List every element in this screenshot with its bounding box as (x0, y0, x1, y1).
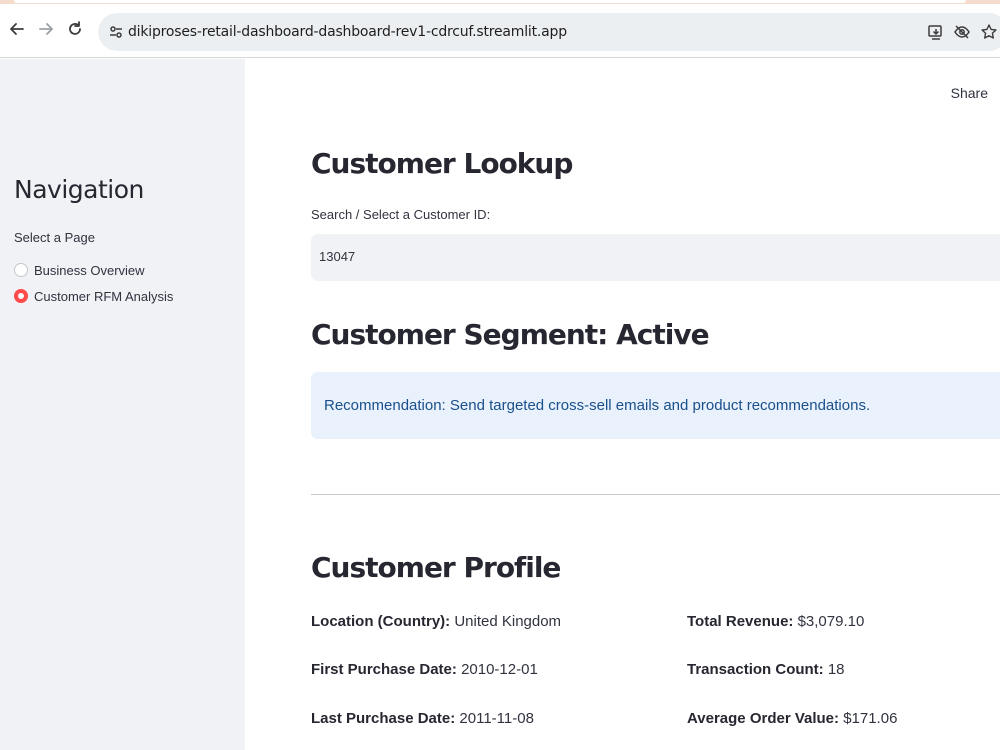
page-radio-label: Select a Page (14, 230, 95, 245)
customer-id-value[interactable]: 13047 (319, 249, 355, 264)
profile-field-value: $171.06 (843, 710, 898, 727)
profile-location: Location (Country): United Kingdom (311, 613, 561, 630)
lookup-title: Customer Lookup (311, 147, 573, 180)
profile-field-label: Average Order Value: (687, 710, 840, 727)
radio-option-business-overview[interactable]: Business Overview (14, 261, 145, 279)
section-divider (311, 494, 1000, 495)
profile-total-revenue: Total Revenue: $3,079.10 (687, 613, 864, 630)
segment-title: Customer Segment: Active (311, 318, 710, 351)
customer-select-label: Search / Select a Customer ID: (311, 207, 491, 222)
profile-field-label: First Purchase Date: (311, 661, 457, 678)
profile-field-value: 2010-12-01 (461, 661, 538, 678)
install-app-icon[interactable] (927, 23, 945, 41)
address-bar[interactable]: dikiproses-retail-dashboard-dashboard-re… (98, 13, 1000, 51)
browser-toolbar: dikiproses-retail-dashboard-dashboard-re… (0, 4, 1000, 58)
profile-field-value: 2011-11-08 (459, 710, 534, 727)
profile-transaction-count: Transaction Count: 18 (687, 661, 845, 678)
profile-field-value: United Kingdom (454, 613, 562, 630)
radio-unchecked-icon[interactable] (14, 263, 28, 277)
reload-icon[interactable] (64, 18, 86, 40)
profile-field-value: 18 (827, 661, 845, 678)
customer-id-select[interactable]: 13047 (311, 234, 1000, 281)
sidebar-title: Navigation (14, 175, 144, 204)
active-tab-edge (14, 0, 966, 3)
profile-field-label: Last Purchase Date: (311, 710, 456, 727)
main-content: Share Customer Lookup Search / Select a … (245, 59, 1000, 750)
site-settings-icon[interactable] (106, 22, 126, 42)
recommendation-info-box: Recommendation: Send targeted cross-sell… (311, 372, 1000, 439)
address-url[interactable]: dikiproses-retail-dashboard-dashboard-re… (128, 24, 567, 40)
recommendation-text: Recommendation: Send targeted cross-sell… (324, 397, 871, 414)
profile-first-purchase: First Purchase Date: 2010-12-01 (311, 661, 538, 678)
radio-checked-icon[interactable] (14, 289, 28, 303)
radio-option-label[interactable]: Business Overview (34, 263, 145, 278)
profile-title: Customer Profile (311, 551, 561, 584)
profile-last-purchase: Last Purchase Date: 2011-11-08 (311, 710, 534, 727)
radio-option-customer-rfm-analysis[interactable]: Customer RFM Analysis (14, 287, 173, 305)
sidebar: Navigation Select a Page Business Overvi… (0, 59, 245, 750)
profile-average-order-value: Average Order Value: $171.06 (687, 710, 897, 727)
profile-field-value: $3,079.10 (797, 613, 865, 630)
profile-field-label: Location (Country): (311, 613, 451, 630)
back-arrow-icon[interactable] (6, 18, 28, 40)
share-button[interactable]: Share (951, 85, 988, 101)
profile-field-label: Transaction Count: (687, 661, 824, 678)
radio-option-label[interactable]: Customer RFM Analysis (34, 289, 173, 304)
profile-field-label: Total Revenue: (687, 613, 794, 630)
forward-arrow-icon[interactable] (35, 18, 57, 40)
eye-off-icon[interactable] (953, 23, 971, 41)
bookmark-star-icon[interactable] (980, 23, 998, 41)
